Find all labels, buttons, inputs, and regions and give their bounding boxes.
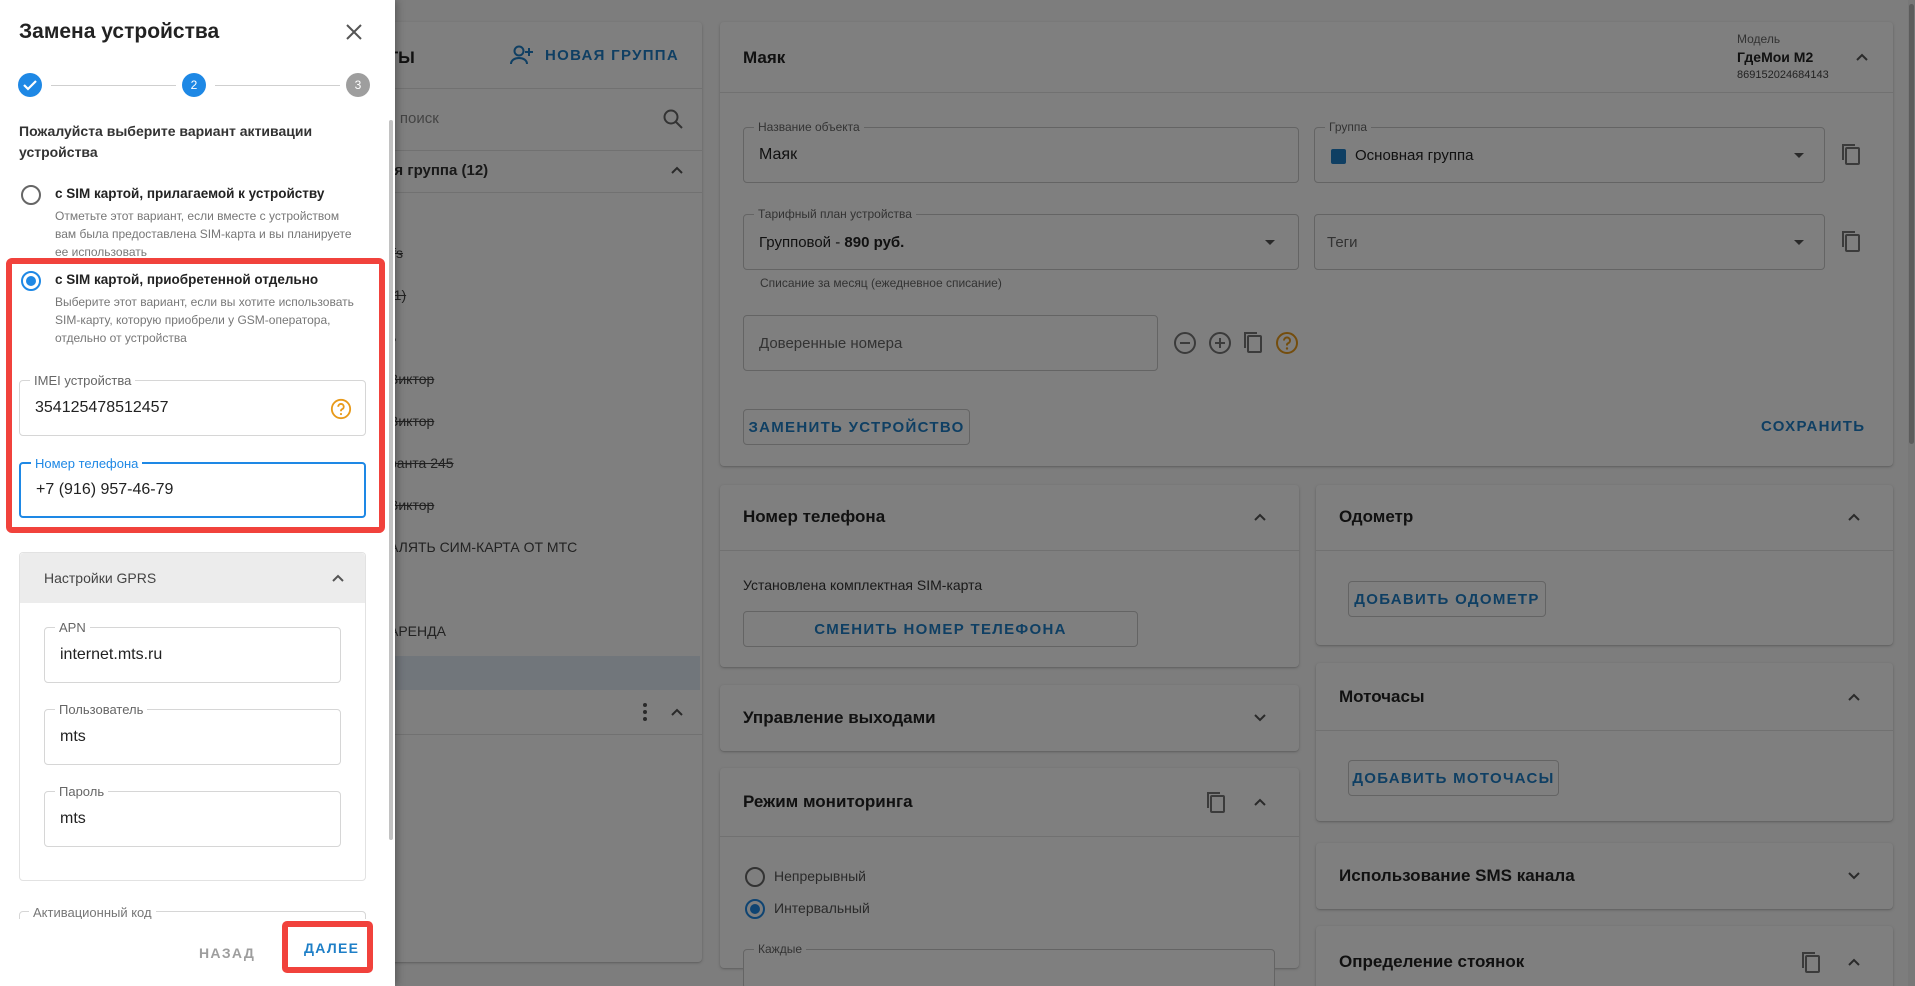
gprs-header[interactable]: Настройки GPRS bbox=[20, 553, 365, 603]
option-own-sim-title[interactable]: с SIM картой, приобретенной отдельно bbox=[55, 272, 318, 287]
stepper-line bbox=[51, 85, 176, 86]
user-field[interactable]: Пользователь mts bbox=[44, 702, 341, 765]
option-own-sim-radio[interactable] bbox=[21, 271, 41, 291]
step-1-complete bbox=[18, 73, 42, 97]
drawer-title: Замена устройства bbox=[19, 20, 220, 43]
phone-number-label: Номер телефона bbox=[31, 456, 143, 471]
activation-code-label: Активационный код bbox=[29, 905, 156, 919]
option-bundled-sim-title[interactable]: с SIM картой, прилагаемой к устройству bbox=[55, 186, 324, 201]
help-icon[interactable] bbox=[330, 398, 352, 420]
imei-label: IMEI устройства bbox=[30, 373, 136, 388]
step-3-pending: 3 bbox=[346, 73, 370, 97]
gprs-title: Настройки GPRS bbox=[44, 570, 157, 586]
drawer-footer: НАЗАД ДАЛЕЕ bbox=[0, 920, 395, 986]
option-bundled-sim-radio[interactable] bbox=[21, 185, 41, 205]
close-icon[interactable] bbox=[345, 23, 363, 41]
back-button[interactable]: НАЗАД bbox=[199, 945, 255, 961]
option-own-sim-desc: Выберите этот вариант, если вы хотите ис… bbox=[55, 295, 354, 345]
check-icon bbox=[23, 80, 37, 91]
step-2-active: 2 bbox=[182, 73, 206, 97]
phone-number-value[interactable]: +7 (916) 957-46-79 bbox=[36, 481, 173, 499]
password-field[interactable]: Пароль mts bbox=[44, 784, 341, 847]
chevron-up-icon[interactable] bbox=[330, 570, 346, 586]
user-label: Пользователь bbox=[55, 702, 148, 717]
activation-prompt: Пожалуйста выберите вариант активации ус… bbox=[19, 123, 313, 160]
activation-code-field[interactable]: Активационный код bbox=[19, 905, 366, 919]
next-button[interactable]: ДАЛЕЕ bbox=[304, 940, 359, 956]
user-value: mts bbox=[60, 728, 86, 745]
password-value: mts bbox=[60, 810, 86, 827]
phone-number-field[interactable]: Номер телефона +7 (916) 957-46-79 bbox=[19, 456, 366, 518]
stepper-line bbox=[215, 85, 340, 86]
apn-value: internet.mts.ru bbox=[60, 646, 163, 663]
option-bundled-sim-desc: Отметьте этот вариант, если вместе с уст… bbox=[55, 209, 352, 259]
drawer-scrollbar-thumb[interactable] bbox=[389, 120, 393, 840]
apn-label: APN bbox=[55, 620, 90, 635]
imei-value: 354125478512457 bbox=[35, 399, 169, 416]
gprs-panel: Настройки GPRS APN internet.mts.ru Польз… bbox=[19, 552, 366, 881]
password-label: Пароль bbox=[55, 784, 109, 799]
imei-field[interactable]: IMEI устройства 354125478512457 bbox=[19, 373, 366, 436]
replace-device-drawer: Замена устройства 2 3 Пожалуйста выберит… bbox=[0, 0, 395, 986]
apn-field[interactable]: APN internet.mts.ru bbox=[44, 620, 341, 683]
